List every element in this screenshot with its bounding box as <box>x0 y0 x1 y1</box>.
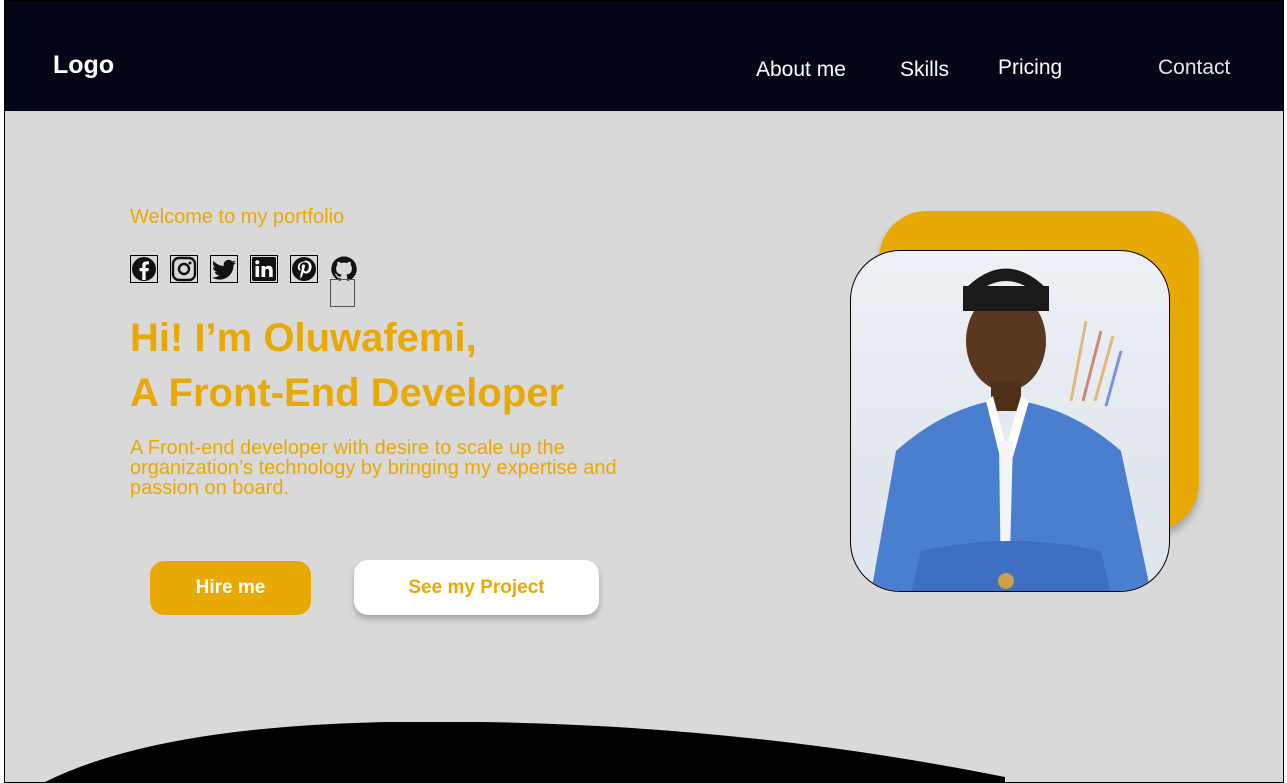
nav-pricing[interactable]: Pricing <box>998 56 1062 80</box>
page-frame: Logo About me Skills Pricing Contact Wel… <box>4 0 1284 783</box>
pinterest-icon[interactable] <box>290 255 318 283</box>
bottom-curve <box>45 722 1005 782</box>
see-project-button[interactable]: See my Project <box>354 560 599 615</box>
text-cursor-box <box>330 279 355 307</box>
logo[interactable]: Logo <box>53 51 114 80</box>
hero-headline: Hi! I’m Oluwafemi, A Front-End Developer <box>130 311 564 421</box>
profile-photo <box>850 250 1170 592</box>
headline-line-1: Hi! I’m Oluwafemi, <box>130 316 477 360</box>
nav-skills[interactable]: Skills <box>900 58 949 82</box>
nav-about-me[interactable]: About me <box>756 58 846 82</box>
facebook-icon[interactable] <box>130 255 158 283</box>
instagram-icon[interactable] <box>170 255 198 283</box>
linkedin-icon[interactable] <box>250 255 278 283</box>
nav-contact[interactable]: Contact <box>1158 56 1230 80</box>
twitter-icon[interactable] <box>210 255 238 283</box>
headline-line-2: A Front-End Developer <box>130 371 565 415</box>
social-links <box>130 255 358 283</box>
hire-me-button[interactable]: Hire me <box>150 561 311 615</box>
hero-description: A Front-end developer with desire to sca… <box>130 437 617 499</box>
welcome-text: Welcome to my portfolio <box>130 206 345 228</box>
top-navbar: Logo About me Skills Pricing Contact <box>5 1 1283 111</box>
